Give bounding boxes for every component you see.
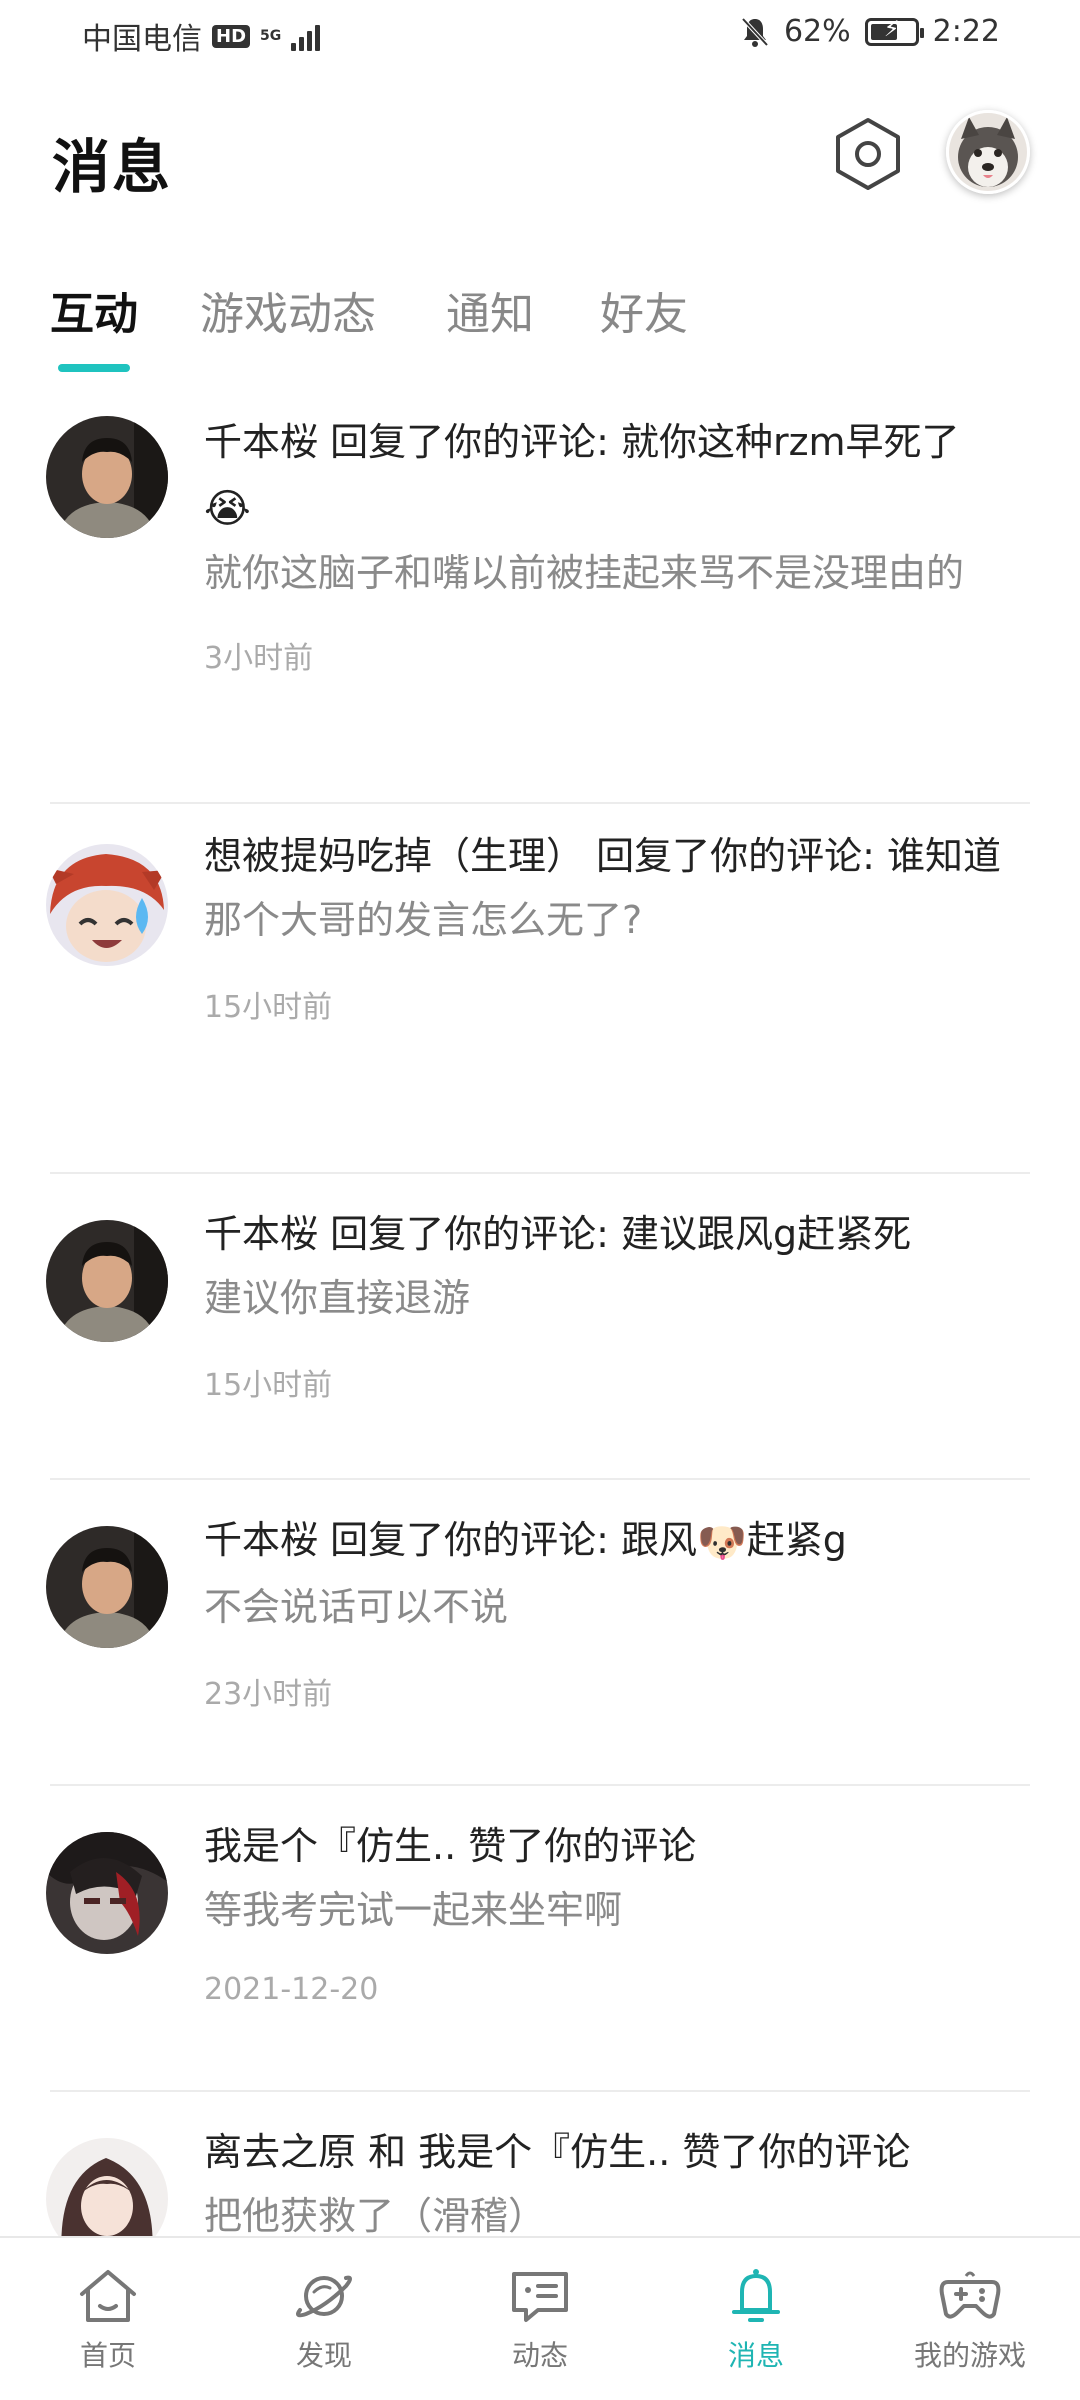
message-time: 2021-12-20 [204, 1972, 379, 2007]
home-icon [80, 2270, 136, 2322]
status-bar-left: 中国电信 HD 5G [82, 14, 321, 58]
bottom-navigation: 首页 发现 动态 消息 我的游戏 [0, 2236, 1080, 2400]
message-list: 千本桜 回复了你的评论: 就你这种rzm早死了 😭 就你这脑子和嘴以前被挂起来骂… [0, 390, 1080, 2236]
carrier-name: 中国电信 [82, 22, 202, 57]
battery-percent: 62% [783, 14, 851, 49]
man-avatar-image [46, 416, 168, 538]
active-tab-indicator [58, 364, 130, 372]
planet-icon [296, 2275, 352, 2318]
message-time: 15小时前 [204, 1368, 333, 1403]
list-item[interactable]: 千本桜 回复了你的评论: 跟风🐶赶紧g 不会说话可以不说 23小时前 [46, 1480, 1030, 1786]
message-tabs: 互动 游戏动态 通知 好友 [0, 270, 1080, 380]
tab-game-updates[interactable]: 游戏动态 [200, 278, 376, 342]
page-header: 消息 [0, 100, 1080, 220]
settings-button[interactable] [830, 112, 906, 196]
nav-my-games-label: 我的游戏 [913, 2339, 1026, 2372]
message-content: 那个大哥的发言怎么无了? [204, 898, 643, 942]
avatar[interactable] [46, 1220, 168, 1342]
nav-feed-label: 动态 [511, 2339, 568, 2372]
avatar[interactable] [46, 844, 168, 966]
crying-emoji: 😭 [204, 485, 251, 532]
doge-emoji: 🐶 [696, 1519, 747, 1566]
man-avatar-image [46, 1220, 168, 1342]
status-time: 2:22 [932, 14, 1000, 49]
message-title: 离去之原 和 我是个『仿生.. 赞了你的评论 [204, 2130, 911, 2174]
message-title: 我是个『仿生.. 赞了你的评论 [204, 1824, 697, 1868]
page-title: 消息 [52, 133, 173, 201]
mute-bell-icon [741, 17, 769, 47]
status-bar: 中国电信 HD 5G 62% ⚡ 2:22 [0, 0, 1080, 76]
nav-my-games[interactable]: 我的游戏 [880, 2248, 1060, 2374]
message-time: 3小时前 [204, 640, 314, 676]
man-avatar-image [46, 1526, 168, 1648]
nav-messages-label: 消息 [727, 2339, 784, 2372]
message-title-text: 千本桜 回复了你的评论: 就你这种rzm早死了 [204, 420, 960, 464]
network-type: 5G [260, 28, 282, 44]
list-item[interactable]: 我是个『仿生.. 赞了你的评论 等我考完试一起来坐牢啊 2021-12-20 [46, 1786, 1030, 2092]
nav-feed[interactable]: 动态 [450, 2248, 630, 2374]
message-content: 就你这脑子和嘴以前被挂起来骂不是没理由的 [204, 550, 965, 595]
message-time: 15小时前 [204, 990, 333, 1025]
list-item[interactable]: 离去之原 和 我是个『仿生.. 赞了你的评论 把他获救了（滑稽） [46, 2092, 1030, 2236]
nav-discover[interactable]: 发现 [234, 2248, 414, 2374]
list-item[interactable]: 千本桜 回复了你的评论: 就你这种rzm早死了 😭 就你这脑子和嘴以前被挂起来骂… [46, 390, 1030, 804]
message-title: 千本桜 回复了你的评论: 建议跟风g赶紧死 [204, 1212, 912, 1256]
bell-icon [732, 2269, 780, 2322]
status-bar-right: 62% ⚡ 2:22 [740, 14, 1000, 49]
avatar[interactable] [46, 416, 168, 538]
message-title-text: 千本桜 回复了你的评论: 跟风 [204, 1518, 697, 1562]
message-content: 把他获救了（滑稽） [204, 2194, 547, 2236]
tab-notifications[interactable]: 通知 [446, 278, 534, 342]
anime-boy-avatar-image [46, 844, 168, 966]
message-content: 建议你直接退游 [204, 1276, 471, 1320]
nav-messages[interactable]: 消息 [666, 2248, 846, 2374]
nav-discover-label: 发现 [295, 2339, 352, 2372]
husky-avatar-image [949, 113, 1027, 191]
nav-home[interactable]: 首页 [18, 2248, 198, 2374]
tab-friends[interactable]: 好友 [600, 278, 688, 342]
message-content: 等我考完试一起来坐牢啊 [204, 1888, 623, 1932]
list-item[interactable]: 想被提妈吃掉（生理） 回复了你的评论: 谁知道 那个大哥的发言怎么无了? 15小… [46, 804, 1030, 1174]
avatar[interactable] [46, 2138, 168, 2236]
anime-girl-avatar-image [46, 2138, 168, 2236]
message-content: 不会说话可以不说 [204, 1584, 509, 1629]
user-avatar[interactable] [946, 110, 1030, 194]
chat-icon [512, 2272, 568, 2322]
message-title: 想被提妈吃掉（生理） 回复了你的评论: 谁知道 [204, 834, 1001, 878]
message-title: 千本桜 回复了你的评论: 跟风🐶赶紧g [204, 1508, 1030, 1575]
charging-bolt-icon: ⚡ [883, 16, 900, 42]
signal-icon [291, 21, 321, 51]
avatar[interactable] [46, 1526, 168, 1648]
avatar[interactable] [46, 1832, 168, 1954]
message-title-text-end: 赶紧g [746, 1518, 847, 1562]
message-title: 千本桜 回复了你的评论: 就你这种rzm早死了 😭 [204, 410, 1030, 541]
settings-hexagon-icon [836, 118, 900, 190]
dark-anime-avatar-image [46, 1832, 168, 1954]
gamepad-icon [939, 2271, 1001, 2319]
message-time: 23小时前 [204, 1676, 333, 1712]
list-item[interactable]: 千本桜 回复了你的评论: 建议跟风g赶紧死 建议你直接退游 15小时前 [46, 1174, 1030, 1480]
tab-interactions[interactable]: 互动 [50, 278, 138, 342]
nav-home-label: 首页 [79, 2339, 136, 2372]
battery-icon: ⚡ [864, 16, 924, 46]
hd-badge: HD [212, 24, 251, 48]
